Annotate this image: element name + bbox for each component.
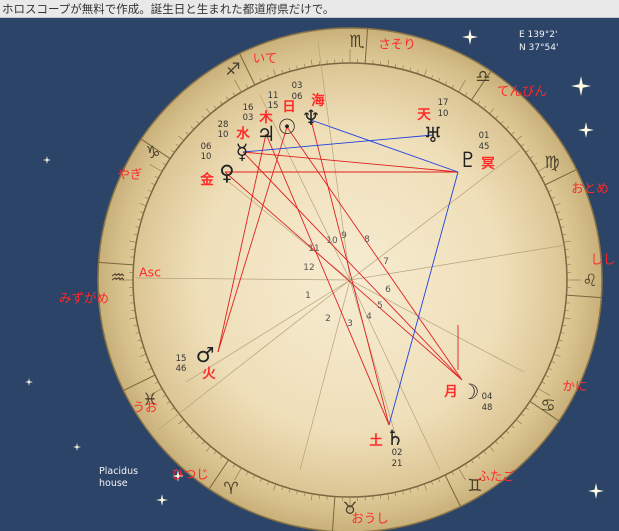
star-icon [571, 76, 591, 96]
asc-label: Asc [139, 265, 161, 280]
sign-label-pisces: うお [132, 400, 157, 415]
sign-label-aquarius: みずがめ [59, 291, 109, 306]
sign-label-virgo: おとめ [571, 181, 609, 196]
house-number-11: 11 [308, 244, 319, 254]
planet-name-neptune: 海 [311, 92, 325, 109]
house-system: Placidus house [99, 466, 138, 490]
planet-minute-mercury: 10 [201, 152, 212, 162]
star-icon [43, 156, 51, 164]
sign-label-gemini: ふたご [477, 469, 515, 484]
house-number-1: 1 [305, 291, 311, 301]
planet-degree-saturn: 02 [392, 448, 403, 458]
uranus-icon: ♅ [424, 123, 443, 147]
mars-icon: ♂ [196, 343, 215, 367]
planet-name-saturn: 土 [369, 432, 383, 449]
aries-icon: ♈ [223, 479, 238, 499]
star-icon [462, 29, 478, 45]
planet-minute-pluto: 45 [479, 142, 490, 152]
sign-label-scorpio: さそり [378, 37, 416, 52]
page-header: ホロスコープが無料で作成。誕生日と生まれた都道府県だけで。 [0, 0, 619, 18]
house-number-6: 6 [385, 285, 391, 295]
sagittarius-icon: ♐ [225, 60, 240, 80]
planet-name-pluto: 冥 [481, 156, 495, 172]
latitude: N 37°54' [519, 43, 559, 53]
planet-degree-mars: 15 [176, 354, 187, 364]
virgo-icon: ♍ [544, 153, 559, 173]
star-icon [25, 378, 33, 386]
planet-name-jupiter: 木 [258, 109, 273, 126]
planet-name-mars: 火 [202, 366, 216, 382]
scorpio-icon: ♏ [349, 32, 364, 52]
capricorn-icon: ♑ [145, 143, 160, 163]
star-icon [156, 494, 168, 506]
saturn-icon: ♄ [386, 426, 405, 450]
house-number-3: 3 [347, 319, 353, 329]
house-number-12: 12 [303, 263, 314, 273]
longitude: E 139°2' [519, 30, 558, 40]
house-system-name: Placidus [99, 466, 139, 477]
house-number-5: 5 [377, 301, 383, 311]
moon-icon: ☽ [461, 380, 480, 404]
libra-icon: ♎ [475, 67, 490, 87]
planet-minute-neptune: 06 [292, 92, 303, 102]
planet-minute-moon: 48 [482, 403, 493, 413]
planet-degree-neptune: 03 [292, 81, 303, 91]
sign-label-libra: てんびん [497, 84, 547, 99]
sign-label-leo: しし [590, 252, 615, 267]
planet-name-uranus: 天 [417, 107, 431, 123]
mercury-icon: ☿ [236, 140, 249, 164]
planet-minute-saturn: 21 [392, 459, 403, 469]
planet-degree-uranus: 17 [438, 98, 449, 108]
cancer-icon: ♋ [540, 396, 555, 416]
planet-degree-pluto: 01 [479, 131, 490, 141]
pluto-icon: ♇ [459, 148, 478, 172]
star-icon [578, 122, 594, 138]
extra-degree: 28 [218, 120, 229, 130]
sign-label-aries: ひつじ [171, 467, 209, 482]
planet-degree-moon: 04 [482, 392, 493, 402]
planet-degree-sun: 11 [268, 91, 279, 101]
planet-name-moon: 月 [443, 384, 458, 400]
planet-name-venus: 金 [199, 171, 214, 188]
house-number-4: 4 [366, 312, 372, 322]
leo-icon: ♌ [582, 271, 597, 291]
house-number-10: 10 [326, 236, 338, 246]
neptune-icon: ♆ [302, 106, 321, 130]
planet-minute-jupiter: 03 [243, 113, 254, 123]
sun-icon: ☉ [278, 115, 297, 139]
star-icon [73, 443, 81, 451]
house-number-9: 9 [341, 231, 347, 241]
aquarius-icon: ♒ [110, 268, 125, 288]
sign-label-taurus: おうし [351, 511, 389, 526]
star-icon [588, 483, 604, 499]
venus-icon: ♀ [219, 161, 234, 185]
sign-label-capricorn: やぎ [117, 167, 142, 182]
house-number-7: 7 [383, 257, 389, 267]
sign-label-sagittarius: いて [253, 51, 278, 66]
planet-degree-jupiter: 16 [243, 103, 254, 113]
planet-minute-mars: 46 [176, 364, 187, 374]
planet-degree-mercury: 06 [201, 142, 212, 152]
planet-name-mercury: 水 [236, 125, 250, 142]
horoscope-chart: ♏♎♍♌♋♊♉♈♓♒♑♐ 12 3456789101112さそりてんびんおとめしし… [25, 27, 616, 531]
extra-minute: 10 [218, 130, 229, 140]
planet-minute-uranus: 10 [438, 109, 449, 119]
house-number-8: 8 [364, 235, 370, 245]
house-system-suffix: house [99, 478, 128, 489]
house-number-2: 2 [325, 314, 331, 324]
sign-label-cancer: かに [562, 379, 587, 394]
